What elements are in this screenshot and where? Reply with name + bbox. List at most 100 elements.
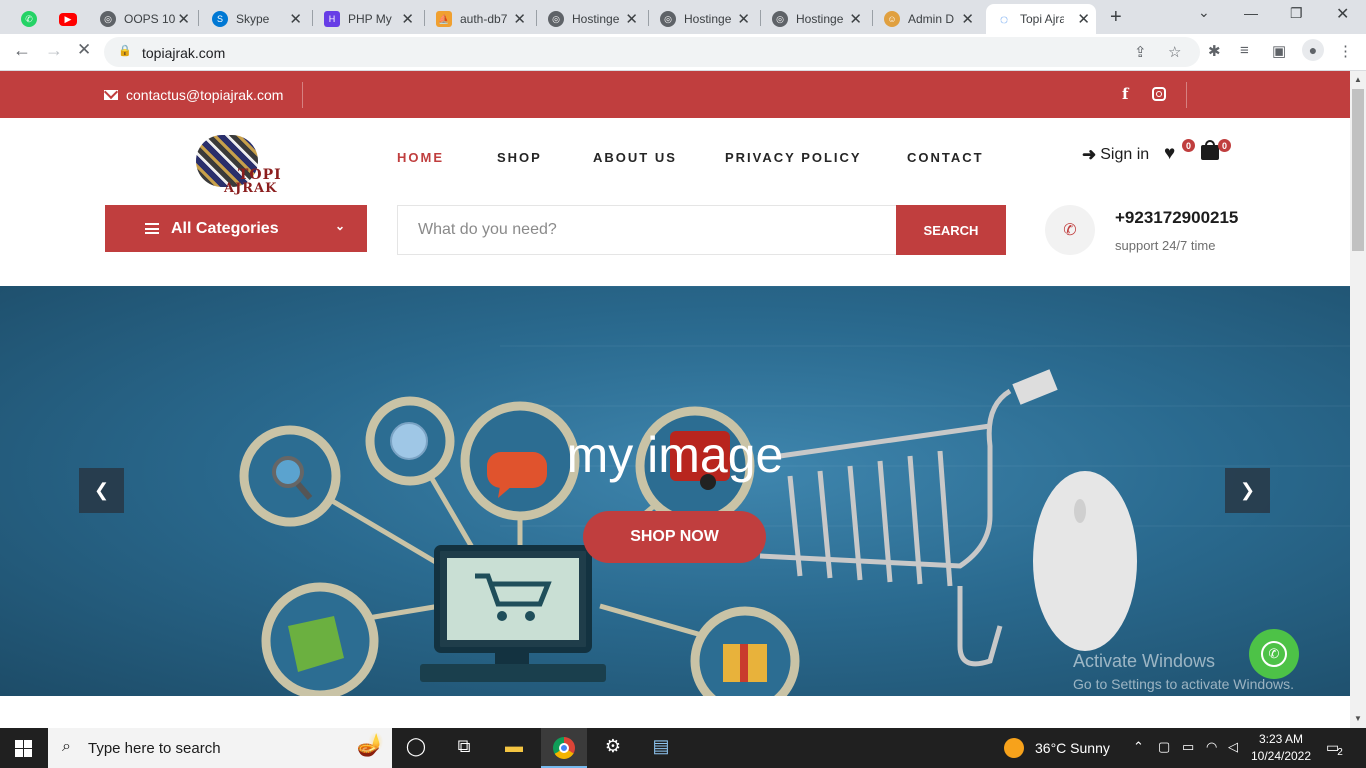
close-icon[interactable]: ✕ [289,10,302,28]
new-tab-icon[interactable]: + [1110,6,1122,29]
nav-privacy-policy[interactable]: PRIVACY POLICY [725,150,862,165]
hero-slider: my image SHOP NOW ❮ ❯ Activate Windows G… [0,286,1350,696]
phone-icon: ✆ [1045,205,1095,255]
taskbar-search[interactable]: ⌕ Type here to search 🪔 [48,728,392,768]
facebook-icon[interactable]: f [1122,85,1128,103]
wifi-icon[interactable]: ◠ [1206,739,1217,755]
close-icon[interactable]: ✕ [961,10,974,28]
tab-admin[interactable]: ☺ Admin D ✕ [876,4,980,34]
tray-chevron-up-icon[interactable]: ⌃ [1133,739,1144,755]
photos-icon[interactable]: ▤ [648,736,674,757]
scroll-up-icon[interactable]: ▲ [1354,75,1362,84]
stop-icon[interactable]: ✕ [77,40,91,60]
share-icon[interactable]: ⇪ [1134,43,1147,61]
nav-contact[interactable]: CONTACT [907,150,984,165]
search-button[interactable]: SEARCH [896,205,1006,255]
hamburger-icon [145,223,159,234]
taskbar-search-placeholder: Type here to search [88,740,221,757]
slider-prev-icon[interactable]: ❮ [79,468,124,513]
wishlist-heart-icon[interactable]: ♥ [1164,143,1175,165]
chrome-icon [553,737,575,759]
contact-email[interactable]: contactus@topiajrak.com [126,87,283,103]
file-explorer-icon[interactable]: ▬ [501,736,527,757]
hero-background-illustration [239,286,1350,696]
close-icon[interactable]: ✕ [513,10,526,28]
signin-label: Sign in [1100,146,1150,163]
top-contact-bar: contactus@topiajrak.com f [0,71,1350,118]
forward-icon[interactable]: → [45,40,63,61]
phpmyadmin-icon: ⛵ [436,11,452,27]
all-categories-label: All Categories [171,219,279,237]
tab-topi-ajrak-active[interactable]: ◌ Topi Ajra ✕ [986,4,1096,34]
envelope-icon [104,90,118,100]
browser-toolbar: ← → ✕ 🔒 topiajrak.com ⇪ ☆ ✱ ≡ ▣ ● ⋮ [0,34,1366,71]
back-icon[interactable]: ← [13,40,31,61]
signin-icon: ➜ [1082,145,1097,164]
shopping-bag-icon[interactable] [1201,140,1219,160]
close-icon[interactable]: ✕ [737,10,750,28]
tab-phpmy[interactable]: H PHP My ✕ [316,4,420,34]
contact-email-link[interactable]: contactus@topiajrak.com [104,87,283,103]
tab-auth-db[interactable]: ⛵ auth-db7 ✕ [428,4,532,34]
shop-now-button[interactable]: SHOP NOW [583,511,766,563]
tab-divider [198,10,199,26]
settings-gear-icon[interactable]: ⚙ [600,736,626,757]
web-page: contactus@topiajrak.com f TOPI AJRAK HOM… [0,71,1350,728]
restore-icon[interactable]: ❐ [1290,5,1303,22]
bookmark-star-icon[interactable]: ☆ [1168,43,1181,61]
minimize-icon[interactable]: — [1244,5,1258,21]
close-icon[interactable]: ✕ [849,10,862,28]
tab-hostinger-3[interactable]: ◎ Hostinge ✕ [764,4,868,34]
tab-whatsapp[interactable]: ✆ [12,4,46,34]
side-panel-icon[interactable]: ▣ [1272,42,1286,60]
globe-icon: ◎ [100,11,116,27]
weather-widget[interactable]: 36°C Sunny [1004,738,1110,758]
address-bar[interactable]: 🔒 topiajrak.com ⇪ ☆ [104,37,1200,67]
diwali-lamp-icon: 🪔 [356,732,384,757]
divider [1186,82,1187,108]
meet-now-icon[interactable]: ▢ [1158,739,1170,755]
window-close-icon[interactable]: ✕ [1336,4,1349,24]
extensions-icon[interactable]: ✱ [1208,42,1221,60]
nav-home[interactable]: HOME [397,150,444,165]
volume-icon[interactable]: ◁ [1228,739,1238,755]
nav-shop[interactable]: SHOP [497,150,542,165]
page-scrollbar[interactable]: ▲ ▼ [1350,71,1366,728]
nav-about-us[interactable]: ABOUT US [593,150,677,165]
tab-title: Admin D [908,12,955,26]
all-categories-dropdown[interactable]: All Categories ⌄ [105,205,367,252]
close-icon[interactable]: ✕ [1077,10,1090,28]
whatsapp-chat-button[interactable]: ✆ [1249,629,1299,679]
signin-link[interactable]: ➜ Sign in [1082,145,1149,165]
tab-hostinger-1[interactable]: ◎ Hostinge ✕ [540,4,644,34]
chrome-taskbar-button[interactable] [541,728,587,768]
search-input[interactable] [398,206,896,254]
close-icon[interactable]: ✕ [625,10,638,28]
battery-icon[interactable]: ▭ [1182,739,1194,755]
cortana-icon[interactable]: ◯ [403,736,429,757]
lock-icon[interactable]: 🔒 [118,44,132,57]
close-icon[interactable]: ✕ [401,10,414,28]
instagram-icon[interactable] [1152,87,1166,101]
tab-search-icon[interactable]: ⌄ [1198,4,1210,21]
scrollbar-thumb[interactable] [1352,89,1364,251]
url-text[interactable]: topiajrak.com [142,45,225,61]
tab-divider [312,10,313,26]
menu-kebab-icon[interactable]: ⋮ [1338,42,1353,60]
notifications-icon[interactable]: ▭2 [1326,739,1345,758]
system-clock[interactable]: 3:23 AM 10/24/2022 [1246,731,1316,765]
profile-avatar-icon[interactable]: ● [1302,39,1324,61]
site-logo[interactable]: TOPI AJRAK [192,127,288,196]
tab-hostinger-2[interactable]: ◎ Hostinge ✕ [652,4,756,34]
tab-youtube[interactable]: ▶ [50,4,86,34]
cart-count-badge: 0 [1218,139,1231,152]
windows-start-icon[interactable] [15,740,32,757]
media-queue-icon[interactable]: ≡ [1240,42,1249,59]
close-icon[interactable]: ✕ [177,10,190,28]
scroll-down-icon[interactable]: ▼ [1354,714,1362,723]
tab-skype[interactable]: S Skype ✕ [204,4,308,34]
slider-next-icon[interactable]: ❯ [1225,468,1270,513]
tab-divider [424,10,425,26]
tab-oops[interactable]: ◎ OOPS 10 ✕ [92,4,196,34]
task-view-icon[interactable]: ⧉ [451,736,477,757]
